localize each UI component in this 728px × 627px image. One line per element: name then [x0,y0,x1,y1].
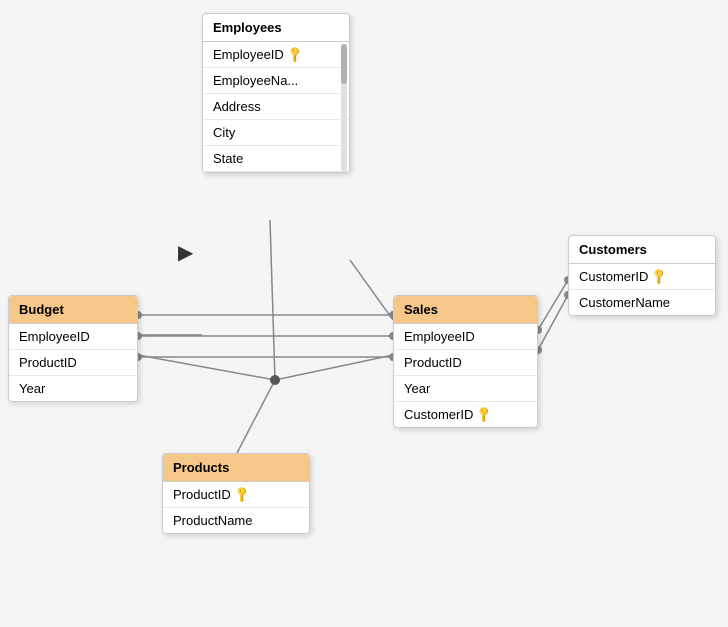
customers-table-header: Customers [569,236,715,264]
table-row: CustomerID 🔑 [569,264,715,290]
table-row: EmployeeNa... [203,68,349,94]
employees-table-header: Employees [203,14,349,42]
row-label: ProductID [404,355,462,370]
row-label: CustomerID [404,407,473,422]
table-row: EmployeeID 🔑 [203,42,349,68]
row-label: EmployeeID [19,329,90,344]
scrollbar-thumb[interactable] [341,44,347,84]
row-label: ProductID [19,355,77,370]
table-row: EmployeeID [9,324,137,350]
table-row: EmployeeID [394,324,537,350]
table-row: City [203,120,349,146]
row-label: ProductID [173,487,231,502]
key-icon: 🔑 [232,485,251,504]
table-row: State [203,146,349,172]
diagram-canvas[interactable]: Employees EmployeeID 🔑 EmployeeNa... Add… [0,0,728,627]
row-label: State [213,151,243,166]
key-icon: 🔑 [285,45,304,64]
table-row: Year [9,376,137,401]
row-label: EmployeeID [213,47,284,62]
budget-table-header: Budget [9,296,137,324]
budget-table[interactable]: Budget EmployeeID ProductID Year [8,295,138,402]
products-table[interactable]: Products ProductID 🔑 ProductName [162,453,310,534]
sales-table[interactable]: Sales EmployeeID ProductID Year Customer… [393,295,538,428]
row-label: EmployeeID [404,329,475,344]
table-row: CustomerName [569,290,715,315]
table-row: Year [394,376,537,402]
row-label: ProductName [173,513,252,528]
row-label: Year [19,381,45,396]
cursor: ▶ [178,240,193,265]
products-table-header: Products [163,454,309,482]
table-row: ProductID [9,350,137,376]
row-label: City [213,125,235,140]
customers-table[interactable]: Customers CustomerID 🔑 CustomerName [568,235,716,316]
row-label: Address [213,99,261,114]
table-row: ProductID [394,350,537,376]
employees-table[interactable]: Employees EmployeeID 🔑 EmployeeNa... Add… [202,13,350,173]
table-row: ProductName [163,508,309,533]
key-icon: 🔑 [650,267,669,286]
row-label: EmployeeNa... [213,73,298,88]
table-row: ProductID 🔑 [163,482,309,508]
table-row: CustomerID 🔑 [394,402,537,427]
sales-table-header: Sales [394,296,537,324]
scrollbar[interactable] [341,44,347,172]
row-label: CustomerID [579,269,648,284]
row-label: CustomerName [579,295,670,310]
row-label: Year [404,381,430,396]
table-row: Address [203,94,349,120]
key-icon: 🔑 [475,405,494,424]
